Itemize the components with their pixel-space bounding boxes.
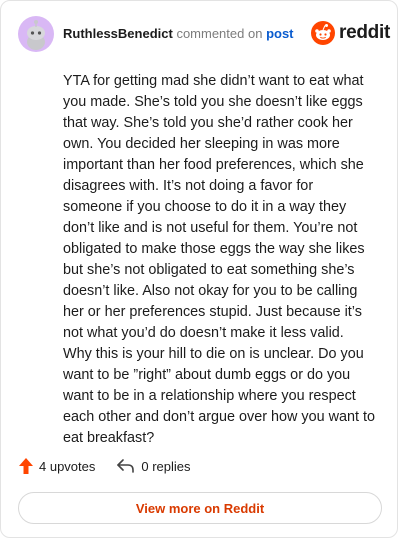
embedded-comment-card: RuthlessBenedict commented on post reddi… [0,0,398,538]
reddit-logo-icon [311,21,335,45]
reddit-wordmark: reddit [339,22,390,43]
comment-actions: 4 upvotes 0 replies [19,458,191,474]
reply-arrow-icon [117,459,135,473]
reply-count: 0 replies [141,458,191,474]
reply-button[interactable]: 0 replies [117,458,191,474]
action-text: commented on [176,26,263,41]
comment-header: RuthlessBenedict commented on post [63,26,294,42]
upvote-count: 4 upvotes [39,458,96,474]
post-link[interactable]: post [266,26,293,41]
reddit-logo[interactable]: reddit [311,21,390,45]
upvote-arrow-icon [19,458,33,474]
upvote-button[interactable]: 4 upvotes [19,458,95,474]
snoo-avatar-icon[interactable] [18,16,54,52]
view-more-on-reddit-button[interactable]: View more on Reddit [18,492,382,524]
comment-body: YTA for getting mad she didn’t want to e… [63,73,376,446]
author-name[interactable]: RuthlessBenedict [63,26,173,41]
